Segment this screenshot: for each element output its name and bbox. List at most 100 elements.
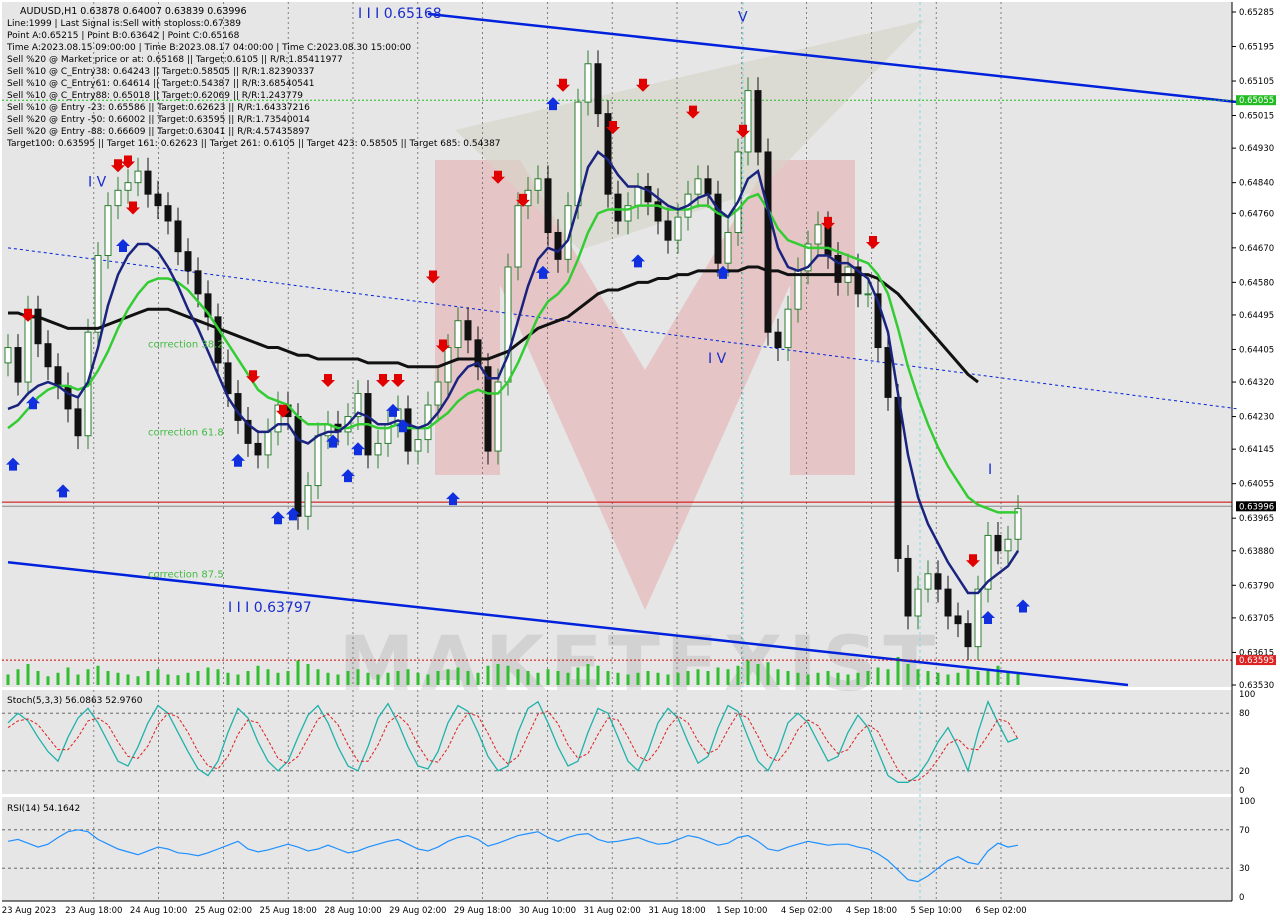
candle-body [834,255,842,283]
candle-body [544,178,552,233]
stoch-scale-label: 100 [1239,690,1255,700]
correction-label: correction 87.5 [148,570,224,581]
candle-body [974,588,982,648]
candle-body [734,151,742,233]
info-line: Target100: 0.63595 || Target 161: 0.6262… [6,139,501,149]
time-tick-label: 1 Sep 10:00 [716,906,767,916]
time-tick-label: 28 Aug 10:00 [324,906,381,916]
price-tick-label: 0.64230 [1239,413,1274,423]
candle-body [74,408,82,437]
candle-body [964,623,972,648]
candle-body [374,442,382,456]
price-tick-label: 0.64580 [1239,278,1274,288]
time-tick-label: 30 Aug 10:00 [519,906,576,916]
price-tick-label: 0.63790 [1239,581,1274,591]
stoch-scale-label: 20 [1239,767,1250,777]
candle-body [514,205,522,268]
candle-body [1004,538,1012,552]
candle-body [264,431,272,456]
price-tick-label: 0.64495 [1239,311,1274,321]
price-tick-label: 0.64760 [1239,209,1274,219]
candle-body [704,178,712,195]
candle-body [634,185,642,207]
time-tick-label: 4 Sep 02:00 [781,906,832,916]
info-line: Sell %20 @ Market price or at: 0.65168 |… [7,55,343,65]
candle-body [174,220,182,253]
candle-body [94,255,102,333]
candle-body [924,573,932,590]
candle-body [44,343,52,368]
price-tick-label: 0.63880 [1239,547,1274,557]
time-tick-label: 25 Aug 02:00 [195,906,252,916]
candle-body [934,573,942,590]
candle-body [294,416,302,517]
wave-label: I I I 0.63797 [228,600,312,616]
candle-body [554,231,562,260]
time-tick-label: 31 Aug 18:00 [648,906,705,916]
time-tick-label: 25 Aug 18:00 [260,906,317,916]
symbol-line: AUDUSD,H1 0.63878 0.64007 0.63839 0.6399… [20,6,247,17]
rsi-scale-label: 30 [1239,864,1250,874]
price-tick-label: 0.63705 [1239,614,1274,624]
time-tick-label: 24 Aug 10:00 [130,906,187,916]
info-line: Sell %10 @ Entry -23: 0.65586 || Target:… [7,103,310,113]
price-tick-label: 0.64930 [1239,144,1274,154]
price-tick-label: 0.64840 [1239,179,1274,189]
rsi-scale-label: 100 [1239,797,1255,807]
candle-body [304,485,312,517]
candle-body [864,293,872,296]
candle-body [454,320,462,349]
candle-body [314,435,322,487]
time-tick-label: 29 Aug 02:00 [389,906,446,916]
price-tick-label: 0.64145 [1239,445,1274,455]
info-line: Sell %10 @ C_Entry38: 0.64243 || Target:… [7,67,315,77]
candle-body [64,385,72,410]
candle-body [4,347,12,364]
current-price-tag: 0.63996 [1239,502,1274,512]
price-tick-label: 0.65195 [1239,43,1274,53]
info-line: Point A:0.65215 | Point B:0.63642 | Poin… [7,31,240,41]
chart-window: MAKETFXIST I I I 0.65168 V I VI VII I I 0.… [0,0,1280,920]
candle-body [954,615,962,625]
candle-body [54,366,62,387]
stoch-scale-label: 80 [1239,709,1250,719]
time-tick-label: 23 Aug 18:00 [65,906,122,916]
candle-body [574,101,582,207]
rsi-scale-label: 70 [1239,826,1250,836]
candle-body [134,170,142,184]
candle-body [764,151,772,333]
candle-body [664,220,672,241]
candle-body [674,216,682,241]
stoch-scale-label: 0 [1239,786,1244,796]
time-tick-label: 31 Aug 02:00 [584,906,641,916]
candle-body [194,270,202,295]
wave-label: I V [88,174,107,190]
candle-body [784,308,792,349]
price-tick-label: 0.64320 [1239,378,1274,388]
rsi-label: RSI(14) 54.1642 [7,804,80,814]
candle-body [124,182,132,191]
candle-body [114,189,122,207]
info-line: Sell %10 @ C_Entry61: 0.64614 || Target:… [7,79,315,89]
candle-body [254,442,262,456]
price-tick-label: 0.64055 [1239,480,1274,490]
green-level-tag: 0.65055 [1239,96,1274,106]
time-tick-label: 4 Sep 18:00 [846,906,897,916]
candle-body [894,396,902,559]
stoch-label: Stoch(5,3,3) 56.0863 52.9760 [7,696,143,706]
candle-body [414,439,422,452]
candle-body [994,534,1002,552]
info-line: Sell %20 @ Entry -88: 0.66609 || Target:… [7,127,310,137]
candle-body [914,588,922,617]
candle-body [164,205,172,222]
candle-body [904,557,912,617]
candle-body [774,331,782,349]
price-tick-label: 0.64670 [1239,244,1274,254]
time-tick-label: 6 Sep 02:00 [975,906,1026,916]
wave-label: V [738,10,748,26]
wave-label: I V [708,351,727,367]
price-tick-label: 0.64405 [1239,345,1274,355]
time-tick-label: 5 Sep 10:00 [911,906,962,916]
rsi-scale-label: 0 [1239,893,1244,903]
candle-body [504,266,512,383]
